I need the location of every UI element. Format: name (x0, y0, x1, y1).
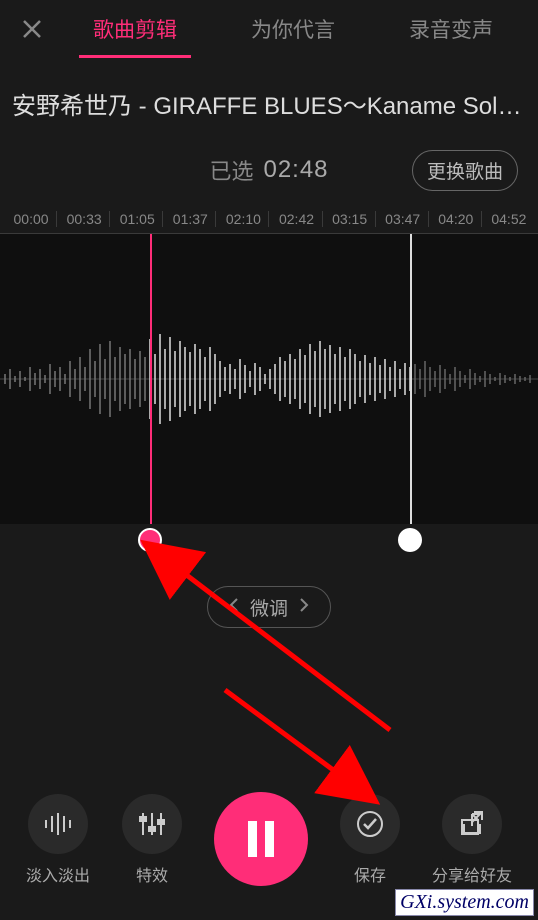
tick: 01:05 (109, 211, 162, 227)
tick: 04:20 (428, 211, 481, 227)
tick: 02:42 (268, 211, 321, 227)
watermark: GXi.system.com (395, 889, 534, 916)
pause-button[interactable] (214, 792, 308, 886)
change-song-button[interactable]: 更换歌曲 (412, 150, 518, 191)
save-icon (340, 794, 400, 854)
waveform-area[interactable] (0, 234, 538, 524)
fade-label: 淡入淡出 (26, 862, 90, 886)
share-tool[interactable]: 分享给好友 (432, 794, 512, 886)
timeline-ruler: 00:00 00:33 01:05 01:37 02:10 02:42 03:1… (0, 203, 538, 234)
effects-label: 特效 (136, 862, 168, 886)
tick: 01:37 (162, 211, 215, 227)
selection-start-marker[interactable] (150, 234, 152, 524)
chevron-left-icon (228, 597, 240, 618)
fade-icon (28, 794, 88, 854)
effects-icon (122, 794, 182, 854)
trim-end-handle[interactable] (398, 528, 422, 552)
tab-label: 录音变声 (409, 14, 493, 44)
selection-end-marker[interactable] (410, 234, 412, 524)
bottom-toolbar: 淡入淡出 特效 保存 分享给好友 (0, 792, 538, 886)
tabs: 歌曲剪辑 为你代言 录音变声 (56, 0, 530, 58)
tab-label: 为你代言 (251, 14, 335, 44)
tab-song-edit[interactable]: 歌曲剪辑 (79, 0, 191, 58)
effects-tool[interactable]: 特效 (122, 794, 182, 886)
header: 歌曲剪辑 为你代言 录音变声 (0, 0, 538, 58)
song-title: 安野希世乃 - GIRAFFE BLUES～Kaname Solo... (0, 58, 538, 147)
tick: 02:10 (215, 211, 268, 227)
selected-duration: 02:48 (263, 156, 328, 184)
trim-handle-row (0, 524, 538, 564)
tick: 03:15 (322, 211, 375, 227)
tick: 00:00 (4, 211, 56, 227)
tick: 03:47 (375, 211, 428, 227)
selected-label: 已选 (209, 154, 253, 186)
close-button[interactable] (8, 5, 56, 53)
trim-start-handle[interactable] (138, 528, 162, 552)
tab-label: 歌曲剪辑 (93, 14, 177, 44)
pause-icon (244, 819, 278, 859)
save-label: 保存 (354, 862, 386, 886)
close-icon (22, 19, 42, 39)
fade-tool[interactable]: 淡入淡出 (26, 794, 90, 886)
share-icon (442, 794, 502, 854)
fine-tune-label: 微调 (250, 594, 288, 621)
change-song-label: 更换歌曲 (427, 162, 503, 183)
chevron-right-icon (298, 597, 310, 618)
tick: 00:33 (56, 211, 109, 227)
selection-row: 已选 02:48 更换歌曲 (0, 147, 538, 193)
share-label: 分享给好友 (432, 862, 512, 886)
save-tool[interactable]: 保存 (340, 794, 400, 886)
fine-tune-button[interactable]: 微调 (207, 586, 331, 628)
waveform-icon (0, 319, 538, 439)
tab-voice-change[interactable]: 录音变声 (395, 0, 507, 58)
tick: 04:52 (481, 211, 534, 227)
tab-speak-for-you[interactable]: 为你代言 (237, 0, 349, 58)
